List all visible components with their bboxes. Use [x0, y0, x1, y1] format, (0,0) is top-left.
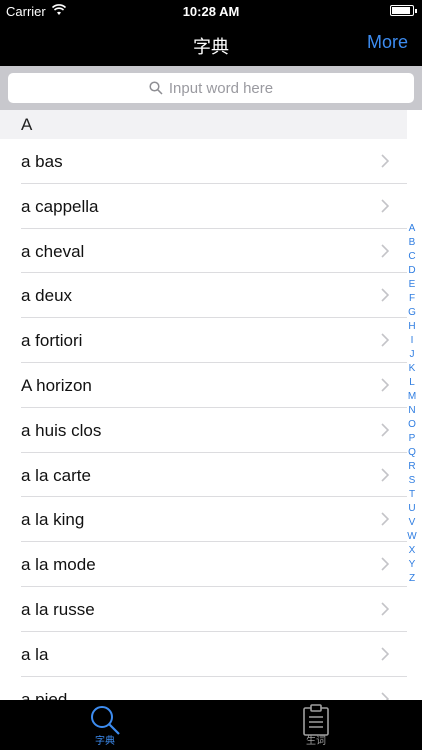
chevron-right-icon: [381, 244, 389, 258]
list-item[interactable]: a bas: [0, 139, 407, 184]
index-letter[interactable]: F: [409, 292, 415, 306]
battery-fill: [392, 7, 410, 14]
list-item[interactable]: a cappella: [0, 184, 407, 229]
search-icon: [149, 81, 163, 95]
list-item[interactable]: a fortiori: [0, 318, 407, 363]
battery-icon: [390, 5, 417, 16]
page-title: 字典: [193, 37, 229, 58]
index-letter[interactable]: A: [409, 222, 416, 236]
list-item[interactable]: a huis clos: [0, 408, 407, 453]
index-letter[interactable]: E: [409, 278, 416, 292]
chevron-right-icon: [381, 468, 389, 482]
index-letter[interactable]: T: [409, 488, 415, 502]
list-item-label: a pied: [21, 689, 68, 700]
index-letter[interactable]: K: [409, 362, 416, 376]
list-item[interactable]: a la: [0, 632, 407, 677]
chevron-right-icon: [381, 691, 389, 700]
index-letter[interactable]: Z: [409, 572, 415, 586]
section-header: A: [0, 110, 407, 139]
chevron-right-icon: [381, 154, 389, 168]
list-item[interactable]: a la carte: [0, 453, 407, 498]
list-item-label: a cheval: [21, 241, 85, 261]
list-item[interactable]: a cheval: [0, 229, 407, 274]
tab-vocabulary[interactable]: 生词: [276, 700, 356, 750]
more-button[interactable]: More: [367, 32, 408, 53]
index-letter[interactable]: N: [408, 404, 415, 418]
chevron-right-icon: [381, 199, 389, 213]
index-letter[interactable]: D: [408, 264, 415, 278]
index-letter[interactable]: L: [409, 376, 415, 390]
tab-bar: 字典 生词: [0, 700, 422, 750]
search-placeholder: Input word here: [168, 79, 274, 97]
index-letter[interactable]: U: [408, 502, 415, 516]
list-item-label: a cappella: [21, 196, 99, 216]
search-bar: Input word here: [0, 66, 422, 110]
list-item-label: a deux: [21, 286, 73, 306]
chevron-right-icon: [381, 378, 389, 392]
index-letter[interactable]: S: [409, 474, 416, 488]
chevron-right-icon: [381, 557, 389, 571]
list-item-label: a huis clos: [21, 420, 102, 440]
index-letter[interactable]: G: [408, 306, 416, 320]
list-item-label: A horizon: [21, 375, 92, 395]
list-item-label: a la: [21, 644, 49, 664]
index-letter[interactable]: W: [407, 530, 416, 544]
list-item[interactable]: a deux: [0, 273, 407, 319]
list-item-label: a bas: [21, 152, 63, 171]
chevron-right-icon: [381, 333, 389, 347]
list-item-label: a la mode: [21, 555, 96, 575]
word-list[interactable]: A a bas a cappella a cheval a deux a fortior…: [0, 110, 407, 700]
list-item[interactable]: a pied: [0, 677, 407, 700]
index-letter[interactable]: Y: [409, 558, 416, 572]
index-letter[interactable]: H: [408, 320, 415, 334]
chevron-right-icon: [381, 647, 389, 661]
tab-label: 字典: [95, 736, 115, 747]
index-letter[interactable]: B: [409, 236, 416, 250]
index-letter[interactable]: J: [410, 348, 415, 362]
list-item[interactable]: A horizon: [0, 363, 407, 408]
index-letter[interactable]: O: [408, 418, 416, 432]
list-item-label: a fortiori: [21, 331, 83, 351]
list-item[interactable]: a la mode: [0, 542, 407, 587]
search-input[interactable]: Input word here: [8, 73, 414, 103]
alphabet-index[interactable]: ABCDEFGHIJKLMNOPQRSTUVWXYZ: [405, 222, 419, 586]
index-letter[interactable]: Q: [408, 446, 416, 460]
index-letter[interactable]: I: [411, 334, 414, 348]
list-item-label: a la carte: [21, 465, 91, 485]
index-letter[interactable]: V: [409, 516, 416, 530]
status-time: 10:28 AM: [182, 4, 240, 19]
chevron-right-icon: [381, 512, 389, 526]
list-item-label: a la russe: [21, 599, 95, 619]
index-letter[interactable]: R: [408, 460, 415, 474]
list-item-label: a la king: [21, 510, 85, 530]
chevron-right-icon: [381, 288, 389, 302]
chevron-right-icon: [381, 423, 389, 437]
list-item[interactable]: a la king: [0, 497, 407, 543]
tab-label: 生词: [306, 736, 326, 747]
index-letter[interactable]: P: [409, 432, 416, 446]
navigation-bar: 字典 More: [0, 22, 422, 66]
tab-dictionary[interactable]: 字典: [65, 700, 145, 750]
status-bar: Carrier 10:28 AM: [0, 0, 422, 22]
index-letter[interactable]: C: [408, 250, 415, 264]
index-letter[interactable]: M: [408, 390, 416, 404]
chevron-right-icon: [381, 602, 389, 616]
index-letter[interactable]: X: [409, 544, 416, 558]
list-item[interactable]: a la russe: [0, 587, 407, 632]
